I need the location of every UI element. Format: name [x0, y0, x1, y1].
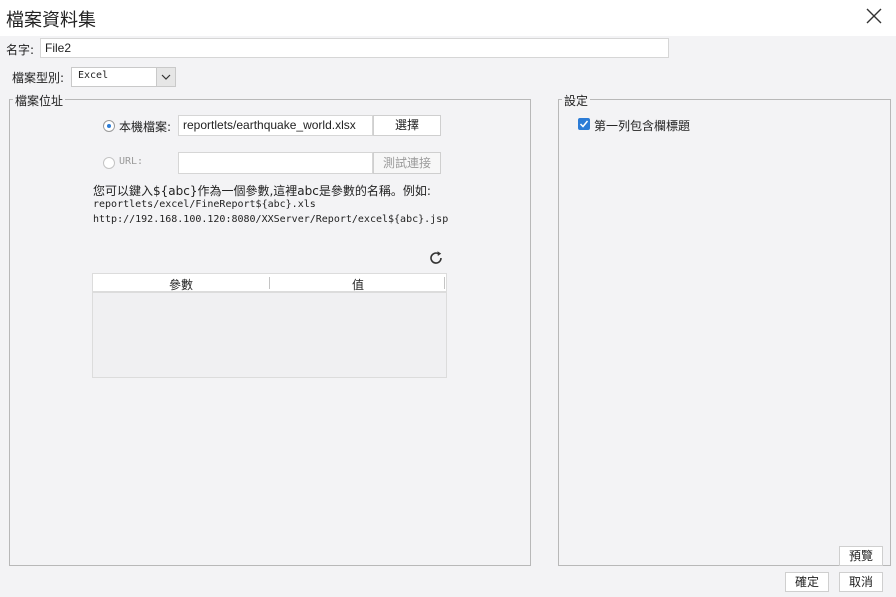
column-header-value: 值 — [351, 278, 364, 292]
choose-file-button[interactable]: 選擇 — [373, 115, 441, 136]
url-radio[interactable] — [103, 157, 115, 169]
file-type-value: Excel — [78, 70, 109, 81]
params-table: 參數 值 — [92, 273, 447, 378]
name-label: 名字: — [6, 43, 35, 57]
param-example-url: http://192.168.100.120:8080/XXServer/Rep… — [93, 214, 449, 225]
settings-legend: 設定 — [562, 92, 591, 109]
column-divider — [444, 277, 445, 289]
settings-group — [558, 99, 891, 566]
url-label: URL: — [119, 156, 144, 167]
cancel-button[interactable]: 取消 — [839, 572, 883, 592]
refresh-icon[interactable] — [428, 250, 444, 266]
first-row-header-label: 第一列包含欄標題 — [594, 119, 691, 133]
name-input[interactable]: File2 — [40, 38, 669, 58]
close-icon[interactable] — [864, 6, 884, 26]
checkmark-icon — [579, 120, 589, 128]
file-type-label: 檔案型別: — [12, 71, 65, 85]
chevron-down-icon[interactable] — [156, 68, 175, 86]
test-connection-button[interactable]: 測試連接 — [373, 152, 441, 174]
params-table-header: 參數 值 — [93, 274, 446, 293]
title-bar: 檔案資料集 — [0, 0, 896, 36]
local-file-label: 本機檔案: — [119, 120, 172, 134]
local-file-radio[interactable] — [103, 120, 115, 132]
file-location-legend: 檔案位址 — [13, 92, 66, 109]
ok-button[interactable]: 確定 — [785, 572, 829, 592]
local-file-path-input[interactable]: reportlets/earthquake_world.xlsx — [178, 115, 373, 136]
dialog-title: 檔案資料集 — [6, 10, 96, 31]
url-input[interactable] — [178, 152, 373, 174]
first-row-header-checkbox[interactable] — [578, 118, 590, 130]
param-hint-text: 您可以鍵入${abc}作為一個參數,這裡abc是參數的名稱。例如: — [93, 184, 431, 198]
preview-button[interactable]: 預覽 — [839, 546, 883, 566]
param-example-path: reportlets/excel/FineReport${abc}.xls — [93, 199, 316, 210]
file-type-select[interactable]: Excel — [71, 67, 176, 87]
column-header-param: 參數 — [168, 278, 193, 292]
